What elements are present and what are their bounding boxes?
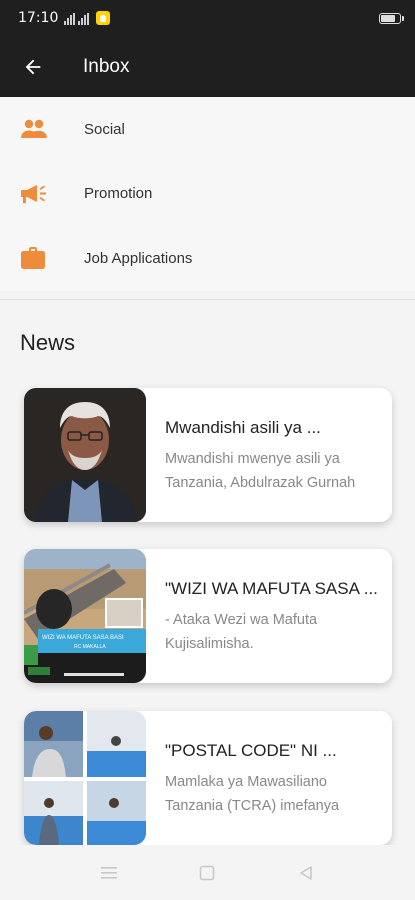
menu-item-label: Promotion [84, 185, 153, 203]
menu-item-social[interactable]: Social [0, 97, 415, 162]
menu-icon [101, 866, 118, 879]
triangle-back-icon [300, 865, 312, 880]
home-nav-button[interactable] [192, 858, 222, 888]
menu-item-label: Social [84, 120, 125, 138]
back-button[interactable] [0, 36, 66, 97]
people-icon [0, 119, 84, 139]
square-icon [200, 865, 215, 880]
menu-item-job-applications[interactable]: Job Applications [0, 226, 415, 291]
news-card[interactable]: "POSTAL CODE" NI ... Mamlaka ya Mawasili… [24, 711, 392, 845]
news-subtitle: Mwandishi mwenye asili ya Tanzania, Abdu… [165, 451, 356, 491]
news-subtitle: - Ataka Wezi wa Mafuta Kujisalimisha. [165, 612, 318, 652]
app-bar: Inbox [0, 36, 415, 97]
snapchat-icon [96, 11, 111, 25]
news-title: "WIZI WA MAFUTA SASA ... [165, 579, 378, 598]
thumb-caption-text: RC MAKALLA [74, 644, 106, 650]
briefcase-icon [0, 246, 84, 270]
news-thumbnail [24, 711, 146, 845]
status-icons [64, 11, 111, 25]
news-subtitle: Mamlaka ya Mawasiliano Tanzania (TCRA) i… [165, 774, 340, 814]
megaphone-icon [0, 183, 84, 205]
news-text: Mwandishi asili ya ... Mwandishi mwenye … [146, 388, 392, 522]
battery-icon [379, 12, 404, 24]
inbox-categories: Social Promotion Job Applications [0, 97, 415, 291]
news-card[interactable]: WIZI WA MAFUTA SASA BASI RC MAKALLA "WIZ… [24, 549, 392, 683]
news-heading: News [20, 330, 76, 355]
arrow-left-icon [25, 59, 41, 74]
back-nav-button[interactable] [291, 858, 321, 888]
status-bar: 17:10 [0, 0, 415, 36]
thumb-banner-text: WIZI WA MAFUTA SASA BASI [42, 635, 124, 641]
menu-nav-button[interactable] [94, 858, 124, 888]
news-card[interactable]: Mwandishi asili ya ... Mwandishi mwenye … [24, 388, 392, 522]
menu-item-promotion[interactable]: Promotion [0, 162, 415, 227]
news-text: "POSTAL CODE" NI ... Mamlaka ya Mawasili… [146, 711, 392, 845]
news-title: Mwandishi asili ya ... [165, 418, 321, 437]
divider [0, 299, 415, 300]
news-thumbnail: WIZI WA MAFUTA SASA BASI RC MAKALLA [24, 549, 146, 683]
system-nav-bar [0, 845, 415, 900]
signal-icon-2 [78, 13, 90, 25]
status-time: 17:10 [18, 10, 59, 26]
news-thumbnail [24, 388, 146, 522]
signal-icon [64, 13, 76, 25]
news-text: "WIZI WA MAFUTA SASA ... - Ataka Wezi wa… [146, 549, 392, 683]
page-title: Inbox [83, 55, 130, 77]
news-title: "POSTAL CODE" NI ... [165, 741, 337, 760]
menu-item-label: Job Applications [84, 249, 193, 267]
